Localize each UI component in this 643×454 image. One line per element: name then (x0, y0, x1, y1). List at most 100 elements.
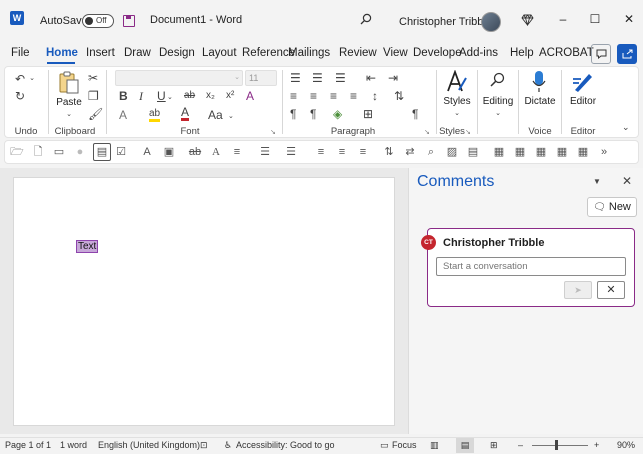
tab-add-ins[interactable]: Add-ins (459, 47, 498, 59)
insert-table-icon[interactable]: ▦ (534, 146, 548, 158)
zoom-out-icon[interactable]: – (518, 440, 523, 450)
align-left-icon[interactable]: ≡ (290, 89, 297, 103)
zoom-in-icon[interactable]: + (594, 440, 599, 450)
text-effects-button[interactable]: A (119, 108, 127, 122)
web-layout-icon[interactable]: ⊞ (490, 440, 498, 451)
font-name-dropdown[interactable] (115, 70, 243, 86)
read-mode-icon[interactable]: ▤ (93, 143, 111, 161)
new-comment-button[interactable]: 🗨 New (587, 197, 637, 217)
editor-button[interactable]: Editor (565, 96, 601, 107)
change-case-dropdown-icon[interactable]: ⌄ (228, 110, 234, 124)
autosave-toggle[interactable]: Off (82, 14, 114, 28)
dialog-launcher-icon[interactable]: ↘ (465, 126, 471, 140)
maximize-icon[interactable]: ☐ (588, 12, 602, 26)
cut-icon[interactable]: ✂ (88, 71, 98, 85)
form-icon[interactable]: ☑ (114, 146, 128, 158)
tab-review[interactable]: Review (339, 47, 377, 59)
word-count[interactable]: 1 word (60, 440, 87, 450)
cancel-button[interactable]: ✕ (597, 281, 625, 299)
search-icon[interactable]: ⌕ (424, 146, 438, 158)
paragraph-format-icon[interactable]: ≡ (230, 146, 244, 158)
redo-icon[interactable]: ↻ (13, 89, 27, 103)
diamond-icon[interactable] (521, 14, 534, 26)
align-center-icon[interactable]: ≡ (310, 89, 317, 103)
line-spacing-icon[interactable]: ↕ (372, 89, 378, 103)
editing-dropdown-icon[interactable]: ⌄ (491, 107, 505, 121)
strike-icon[interactable]: ab (188, 146, 202, 158)
dialog-launcher-icon[interactable]: ↘ (270, 126, 276, 140)
tab-insert[interactable]: Insert (86, 47, 115, 59)
find-replace-icon[interactable]: ⇄ (403, 146, 417, 158)
highlight-button[interactable]: ab (149, 108, 161, 122)
shading-icon[interactable]: ◈ (333, 107, 342, 121)
record-icon[interactable]: ● (73, 146, 87, 158)
collapse-ribbon-icon[interactable]: ⌄ (622, 120, 630, 134)
font-color-button[interactable]: A (181, 106, 190, 121)
text-format-icon[interactable]: A (209, 146, 223, 158)
multilevel-list-icon[interactable]: ☰ (335, 71, 346, 85)
numbering-icon[interactable]: ☰ (312, 71, 323, 85)
font-style-icon[interactable]: A (140, 146, 154, 158)
search-icon[interactable] (490, 72, 506, 88)
new-document-icon[interactable]: 🗋 (31, 146, 45, 158)
font-size-dropdown[interactable]: 11 (245, 70, 277, 86)
bulleted-list-icon[interactable]: ☰ (284, 146, 298, 158)
tab-help[interactable]: Help (510, 47, 534, 59)
superscript-button[interactable]: x² (226, 89, 234, 103)
zoom-slider[interactable] (532, 445, 588, 446)
print-layout-icon[interactable]: ▤ (456, 438, 474, 453)
sort-icon[interactable]: ⇅ (382, 146, 396, 158)
tab-design[interactable]: Design (159, 47, 195, 59)
minimize-icon[interactable]: – (556, 12, 570, 26)
avatar[interactable] (481, 12, 501, 32)
show-marks-button[interactable]: ¶ (412, 107, 418, 121)
language-status[interactable]: English (United Kingdom) (98, 440, 200, 450)
increase-indent-icon[interactable]: ⇥ (388, 71, 398, 85)
align-right-icon[interactable]: ≡ (356, 146, 370, 158)
change-case-button[interactable]: Aa (208, 108, 223, 122)
open-folder-icon[interactable]: 🗁 (10, 146, 24, 158)
dictate-button[interactable]: Dictate (522, 96, 558, 107)
share-button[interactable] (617, 44, 637, 64)
copy-icon[interactable]: ❐ (88, 89, 99, 103)
tab-home[interactable]: Home (46, 47, 78, 59)
tab-acrobat[interactable]: ACROBAT (539, 47, 594, 59)
accessibility-status[interactable]: Accessibility: Good to go (236, 440, 335, 450)
underline-dropdown-icon[interactable]: ⌄ (167, 91, 173, 105)
image-icon[interactable]: ▨ (445, 146, 459, 158)
undo-dropdown-icon[interactable]: ⌄ (28, 72, 36, 86)
focus-button[interactable]: Focus (392, 440, 417, 450)
align-left-icon[interactable]: ≡ (314, 146, 328, 158)
undo-icon[interactable]: ↶ (13, 72, 27, 86)
paste-button[interactable]: Paste (55, 97, 83, 108)
macro-record-icon[interactable]: ⊡ (200, 440, 208, 451)
underline-button[interactable]: U (157, 89, 166, 103)
numbered-list-icon[interactable]: ☰ (258, 146, 272, 158)
bullets-icon[interactable]: ☰ (290, 71, 301, 85)
format-painter-icon[interactable]: 🖌 (88, 107, 103, 121)
comments-button[interactable] (591, 44, 611, 64)
layout-icon[interactable]: ▤ (466, 146, 480, 158)
tab-file[interactable]: File (11, 47, 30, 59)
tab-view[interactable]: View (383, 47, 408, 59)
close-icon[interactable]: ✕ (622, 12, 636, 26)
conversation-input[interactable] (436, 257, 626, 276)
zoom-level[interactable]: 90% (617, 440, 635, 450)
ltr-icon[interactable]: ¶ (290, 107, 296, 121)
editor-pen-icon[interactable] (572, 70, 594, 94)
search-icon[interactable] (360, 13, 372, 25)
close-pane-icon[interactable]: ✕ (622, 174, 632, 188)
align-center-icon[interactable]: ≡ (335, 146, 349, 158)
zoom-slider-thumb[interactable] (555, 440, 558, 450)
read-mode-icon[interactable]: ▥ (430, 440, 439, 451)
tab-layout[interactable]: Layout (202, 47, 237, 59)
table-rows-icon[interactable]: ▦ (555, 146, 569, 158)
table-grid-icon[interactable]: ▦ (513, 146, 527, 158)
subscript-button[interactable]: x₂ (206, 89, 215, 103)
paste-dropdown-icon[interactable]: ⌄ (62, 108, 76, 122)
styles-button[interactable]: Styles (440, 96, 474, 107)
save-icon[interactable] (123, 15, 135, 27)
tab-draw[interactable]: Draw (124, 47, 151, 59)
window-icon[interactable]: ▭ (52, 146, 66, 158)
justify-icon[interactable]: ≡ (350, 89, 357, 103)
